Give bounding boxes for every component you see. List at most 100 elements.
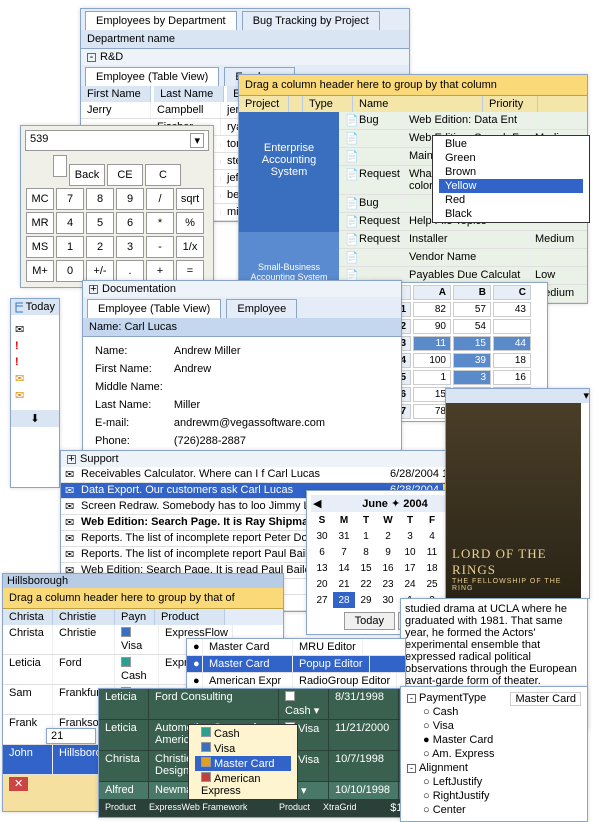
grid-cell[interactable]: 90 — [413, 319, 451, 334]
gcol-1[interactable]: Christa — [3, 609, 53, 625]
grid-cell[interactable] — [493, 319, 531, 334]
cal-day[interactable]: 17 — [399, 560, 421, 576]
calc-dropdown-icon[interactable]: ▾ — [190, 133, 204, 148]
phone-value[interactable]: (726)288-2887 — [173, 433, 326, 449]
bug-row[interactable]: 📄Vendor Name — [339, 249, 587, 267]
cal-day[interactable]: 7 — [333, 544, 355, 560]
col-type[interactable]: Type — [303, 96, 353, 112]
tree-collapse-icon-2[interactable]: - — [407, 764, 416, 773]
calc-btn[interactable]: + — [146, 260, 174, 282]
color-option[interactable]: Blue — [439, 137, 583, 151]
cal-day[interactable]: 1 — [355, 528, 377, 544]
calc-btn[interactable]: 0 — [56, 260, 84, 282]
col-bugname[interactable]: Name — [353, 96, 483, 112]
tree-right[interactable]: RightJustify — [433, 790, 490, 802]
cal-month[interactable]: June — [362, 498, 388, 510]
name-value[interactable]: Andrew Miller — [173, 343, 326, 359]
bug-row[interactable]: 📄RequestInstallerMedium — [339, 231, 587, 249]
cal-today-button[interactable]: Today — [344, 612, 395, 630]
color-option[interactable]: Red — [439, 193, 583, 207]
cal-day[interactable]: 31 — [333, 528, 355, 544]
calc-btn[interactable]: 3 — [116, 236, 144, 258]
alert-icon-1[interactable]: ! — [15, 340, 55, 352]
tree-align[interactable]: Alignment — [419, 762, 468, 774]
grid-cell[interactable]: 100 — [413, 353, 451, 368]
tree-cash[interactable]: Cash — [433, 706, 459, 718]
grid-cell[interactable]: 11 — [413, 336, 451, 351]
cal-year[interactable]: 2004 — [403, 498, 427, 510]
cal-day[interactable]: 29 — [355, 592, 377, 608]
gcol-3[interactable]: Payn — [115, 609, 155, 625]
grid-cell[interactable]: 3 — [453, 370, 491, 385]
email-value[interactable]: andrewm@vegassoftware.com — [173, 415, 326, 431]
color-dropdown[interactable]: BlueGreenBrownYellowRedBlack — [432, 135, 590, 223]
alert-icon-2[interactable]: ! — [15, 356, 55, 368]
col-last[interactable]: Last Name — [154, 86, 224, 102]
calc-btn[interactable]: 4 — [56, 212, 84, 234]
tree-left[interactable]: LeftJustify — [433, 776, 483, 788]
gcol-2[interactable]: Christie — [53, 609, 115, 625]
calc-btn-C[interactable]: C — [145, 164, 181, 186]
calc-btn[interactable]: / — [146, 188, 174, 210]
card-menu[interactable]: CashVisaMaster CardAmerican Express — [188, 724, 298, 800]
tree-paytype-val[interactable]: Master Card — [510, 692, 581, 706]
cal-day[interactable]: 11 — [421, 544, 443, 560]
emp-tab-2b[interactable]: Employee — [226, 299, 297, 318]
calc-btn[interactable]: . — [116, 260, 144, 282]
tree-paytype[interactable]: PaymentType — [419, 692, 486, 704]
calc-btn[interactable]: 8 — [86, 188, 114, 210]
grid-cell[interactable]: 57 — [453, 302, 491, 317]
cal-day[interactable]: 30 — [311, 528, 333, 544]
cal-day[interactable]: 25 — [421, 576, 443, 592]
col-first[interactable]: First Name — [81, 86, 151, 102]
color-option[interactable]: Green — [439, 151, 583, 165]
cal-day[interactable]: 13 — [311, 560, 333, 576]
tree-amex[interactable]: Am. Express — [432, 748, 494, 760]
calc-btn[interactable]: MS — [26, 236, 54, 258]
color-option[interactable]: Black — [439, 207, 583, 221]
mid-value[interactable] — [173, 379, 326, 395]
cal-day[interactable]: 21 — [333, 576, 355, 592]
calc-btn[interactable]: MC — [26, 188, 54, 210]
grid-col[interactable]: C — [493, 285, 531, 300]
first-value[interactable]: Andrew — [173, 361, 326, 377]
emp-tab-2a[interactable]: Employee (Table View) — [87, 299, 221, 318]
tree-mc[interactable]: Master Card — [433, 734, 494, 746]
grid-cell[interactable]: 18 — [493, 353, 531, 368]
cal-day[interactable]: 30 — [377, 592, 399, 608]
tab-bugs[interactable]: Bug Tracking by Project — [242, 11, 380, 30]
cal-day[interactable]: 24 — [399, 576, 421, 592]
tab-employees[interactable]: Employees by Department — [85, 11, 237, 30]
grid-cell[interactable]: 82 — [413, 302, 451, 317]
cal-day[interactable]: 14 — [333, 560, 355, 576]
cal-day[interactable]: 20 — [311, 576, 333, 592]
cardmenu-item[interactable]: Master Card — [195, 756, 291, 771]
mail-icon-2[interactable]: ✉ — [15, 372, 55, 385]
emp-tab-table[interactable]: Employee (Table View) — [85, 67, 219, 86]
color-option[interactable]: Brown — [439, 165, 583, 179]
cal-day[interactable]: 2 — [377, 528, 399, 544]
calc-btn-Back[interactable]: Back — [69, 164, 105, 186]
expand-icon[interactable]: + — [67, 455, 76, 464]
cardmenu-item[interactable]: American Express — [195, 771, 291, 798]
calc-btn[interactable]: +/- — [86, 260, 114, 282]
close-icon[interactable]: ✕ — [9, 777, 28, 791]
tree-visa[interactable]: Visa — [433, 720, 454, 732]
tree-collapse-icon[interactable]: - — [407, 694, 416, 703]
movie-close-icon[interactable]: ▾ — [446, 389, 589, 403]
cal-day[interactable]: 16 — [377, 560, 399, 576]
calc-btn[interactable]: 1/x — [176, 236, 204, 258]
grid-cell[interactable]: 39 — [453, 353, 491, 368]
tree-center[interactable]: Center — [433, 804, 466, 816]
cal-day[interactable]: 3 — [399, 528, 421, 544]
calc-btn[interactable]: 6 — [116, 212, 144, 234]
grid-cell[interactable]: 16 — [493, 370, 531, 385]
cal-day[interactable]: 22 — [355, 576, 377, 592]
cal-prev-icon[interactable]: ◀ — [313, 497, 321, 510]
calc-btn[interactable]: 9 — [116, 188, 144, 210]
editor-row[interactable]: ●Master CardPopup Editor — [187, 656, 405, 673]
calc-btn[interactable]: M+ — [26, 260, 54, 282]
cal-day[interactable]: 23 — [377, 576, 399, 592]
grid-col[interactable]: A — [413, 285, 451, 300]
gcol-4[interactable]: Product — [155, 609, 225, 625]
